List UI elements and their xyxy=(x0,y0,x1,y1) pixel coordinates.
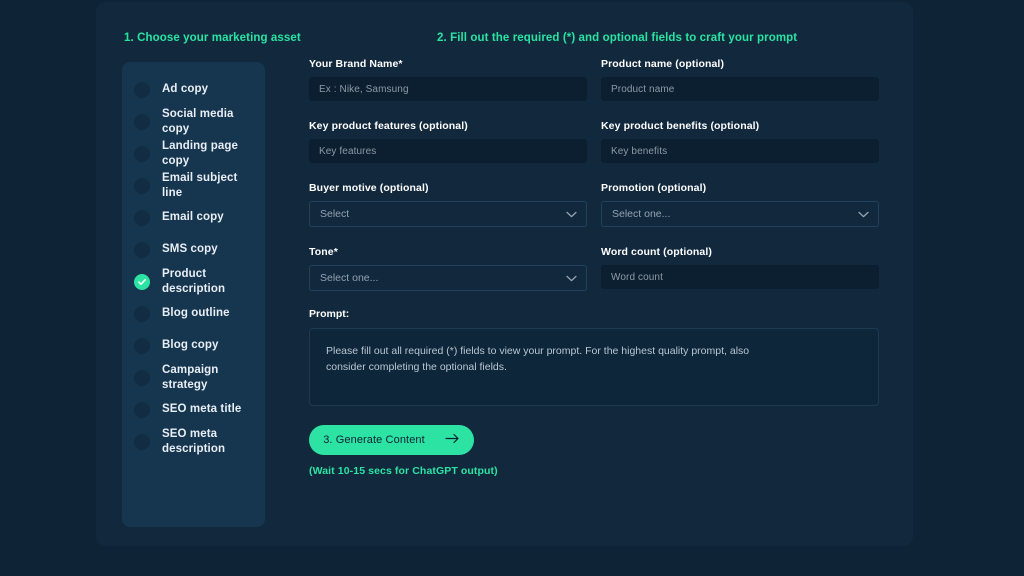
input-word-count-optional[interactable]: Word count xyxy=(601,265,879,289)
asset-item-label: Product description xyxy=(162,268,226,295)
circle-bullet-icon xyxy=(134,337,150,354)
asset-item-label: Ad copy xyxy=(162,83,209,96)
circle-bullet-icon xyxy=(134,145,150,162)
field-label: Tone* xyxy=(309,246,338,258)
prompt-output-box[interactable]: Please fill out all required (*) fields … xyxy=(309,328,879,406)
asset-item-blog-copy[interactable]: Blog copy xyxy=(122,331,265,360)
field-word-count-optional: Word count (optional) Word count xyxy=(601,246,879,291)
prompt-form: Your Brand Name* Ex : Nike, Samsung Produc… xyxy=(309,58,879,477)
generate-wait-note: (Wait 10-15 secs for ChatGPT output) xyxy=(309,465,498,477)
field-key-product-benefits-optional: Key product benefits (optional) Key benef… xyxy=(601,120,879,163)
input-placeholder: Word count xyxy=(611,271,663,283)
asset-item-seo-meta-title[interactable]: SEO meta title xyxy=(122,395,265,424)
form-heading: 2. Fill out the required (*) and optiona… xyxy=(437,32,798,44)
field-label: Your Brand Name* xyxy=(309,58,403,70)
field-label: Key product features (optional) xyxy=(309,120,468,132)
circle-bullet-icon xyxy=(134,305,150,322)
input-key-product-benefits-optional[interactable]: Key benefits xyxy=(601,139,879,163)
chevron-down-icon xyxy=(566,205,577,223)
chevron-down-icon xyxy=(858,205,869,223)
select-promotion-optional[interactable]: Select one... xyxy=(601,201,879,227)
asset-item-label: SMS copy xyxy=(162,243,218,256)
generate-content-button[interactable]: 3. Generate Content xyxy=(309,425,474,455)
circle-bullet-icon xyxy=(134,113,150,130)
asset-item-label: Blog copy xyxy=(162,339,219,352)
field-label: Key product benefits (optional) xyxy=(601,120,760,132)
field-product-name-optional: Product name (optional) Product name xyxy=(601,58,879,101)
check-circle-icon xyxy=(134,273,150,290)
input-placeholder: Ex : Nike, Samsung xyxy=(319,83,409,95)
asset-item-social-media-copy[interactable]: Social media copy xyxy=(122,107,265,136)
select-tone[interactable]: Select one... xyxy=(309,265,587,291)
prompt-placeholder-text: Please fill out all required (*) fields … xyxy=(326,345,750,373)
input-placeholder: Key benefits xyxy=(611,145,668,157)
asset-item-label: Email copy xyxy=(162,211,224,224)
asset-item-blog-outline[interactable]: Blog outline xyxy=(122,299,265,328)
asset-item-ad-copy[interactable]: Ad copy xyxy=(122,75,265,104)
field-tone: Tone* Select one... xyxy=(309,246,587,291)
select-value: Select one... xyxy=(612,208,671,220)
circle-bullet-icon xyxy=(134,177,150,194)
asset-item-label: Landing page copy xyxy=(162,140,238,167)
sidebar-heading: 1. Choose your marketing asset xyxy=(124,32,301,44)
asset-item-email-subject-line[interactable]: Email subject line xyxy=(122,171,265,200)
select-value: Select one... xyxy=(320,272,379,284)
field-your-brand-name: Your Brand Name* Ex : Nike, Samsung xyxy=(309,58,587,101)
field-label: Buyer motive (optional) xyxy=(309,182,429,194)
field-label: Product name (optional) xyxy=(601,58,725,70)
circle-bullet-icon xyxy=(134,81,150,98)
prompt-label: Prompt: xyxy=(309,308,350,320)
field-key-product-features-optional: Key product features (optional) Key featu… xyxy=(309,120,587,163)
asset-item-product-description[interactable]: Product description xyxy=(122,267,265,296)
asset-item-label: Campaign strategy xyxy=(162,364,219,391)
circle-bullet-icon xyxy=(134,209,150,226)
select-buyer-motive-optional[interactable]: Select xyxy=(309,201,587,227)
prompt-section: Prompt: Please fill out all required (*)… xyxy=(309,308,879,406)
circle-bullet-icon xyxy=(134,241,150,258)
asset-item-label: Email subject line xyxy=(162,172,238,199)
input-placeholder: Product name xyxy=(611,83,675,95)
asset-item-email-copy[interactable]: Email copy xyxy=(122,203,265,232)
marketing-asset-list: Ad copy Social media copy Landing page cop… xyxy=(122,62,265,527)
chevron-down-icon xyxy=(566,269,577,287)
asset-item-label: Blog outline xyxy=(162,307,230,320)
field-label: Promotion (optional) xyxy=(601,182,707,194)
circle-bullet-icon xyxy=(134,433,150,450)
field-label: Word count (optional) xyxy=(601,246,712,258)
select-value: Select xyxy=(320,208,350,220)
asset-item-campaign-strategy[interactable]: Campaign strategy xyxy=(122,363,265,392)
asset-item-label: SEO meta description xyxy=(162,428,226,455)
asset-item-label: SEO meta title xyxy=(162,403,242,416)
asset-item-landing-page-copy[interactable]: Landing page copy xyxy=(122,139,265,168)
field-promotion-optional: Promotion (optional) Select one... xyxy=(601,182,879,227)
circle-bullet-icon xyxy=(134,369,150,386)
form-field-grid: Your Brand Name* Ex : Nike, Samsung Produc… xyxy=(309,58,879,310)
app-root: 1. Choose your marketing asset 2. Fill o… xyxy=(0,0,1024,576)
arrow-right-icon xyxy=(445,433,460,447)
field-buyer-motive-optional: Buyer motive (optional) Select xyxy=(309,182,587,227)
asset-item-label: Social media copy xyxy=(162,108,234,135)
input-product-name-optional[interactable]: Product name xyxy=(601,77,879,101)
input-your-brand-name[interactable]: Ex : Nike, Samsung xyxy=(309,77,587,101)
generate-content-label: 3. Generate Content xyxy=(323,434,425,446)
input-key-product-features-optional[interactable]: Key features xyxy=(309,139,587,163)
circle-bullet-icon xyxy=(134,401,150,418)
asset-item-seo-meta-description[interactable]: SEO meta description xyxy=(122,427,265,456)
input-placeholder: Key features xyxy=(319,145,377,157)
asset-item-sms-copy[interactable]: SMS copy xyxy=(122,235,265,264)
